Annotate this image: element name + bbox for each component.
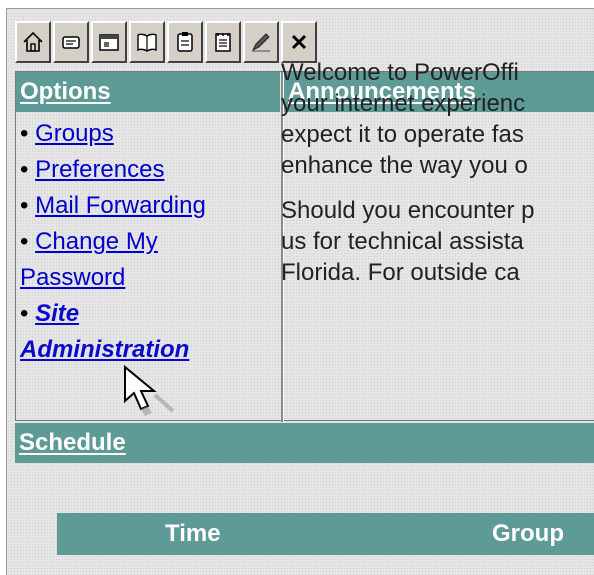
home-button[interactable] [15, 21, 51, 63]
schedule-col-group: Group [492, 520, 564, 547]
option-mail-forwarding: • Mail Forwarding [20, 188, 278, 224]
hand-cursor-icon [124, 365, 175, 416]
pencil-button[interactable] [243, 21, 279, 63]
bullet: • [20, 156, 29, 183]
preferences-link[interactable]: Preferences [35, 156, 164, 183]
message-icon [62, 36, 80, 49]
schedule-table-header: Time Group [57, 513, 594, 555]
pencil-icon [251, 33, 270, 52]
change-password-link[interactable]: Change My Password [20, 228, 158, 291]
options-list: • Groups • Preferences • Mail Forwarding… [20, 116, 278, 368]
schedule-header: Schedule [15, 423, 594, 463]
change-password-line2: Password [20, 264, 126, 291]
toolbar [15, 21, 319, 67]
announcement-line: your internet experienc [281, 90, 526, 117]
book-icon [137, 33, 157, 52]
close-icon [291, 34, 307, 50]
home-icon [23, 31, 43, 52]
options-header: Options [16, 72, 280, 112]
calendar-button[interactable] [91, 21, 127, 63]
clipboard-icon [177, 32, 193, 52]
notepad-button[interactable] [205, 21, 241, 63]
option-site-administration: • Site Administration [20, 296, 278, 368]
option-preferences: • Preferences [20, 152, 278, 188]
announcement-line: enhance the way you o [281, 152, 528, 179]
option-groups: • Groups [20, 116, 278, 152]
change-password-line1: Change My [35, 228, 158, 255]
schedule-col-time: Time [165, 520, 221, 547]
notepad-icon [215, 33, 231, 52]
announcements-text: Welcome to PowerOffi your internet exper… [281, 57, 594, 302]
groups-link[interactable]: Groups [35, 120, 114, 147]
bullet: • [20, 228, 29, 255]
option-change-password: • Change My Password [20, 224, 278, 296]
site-administration-link[interactable]: Site Administration [20, 300, 189, 363]
poweroffice-frame: Options Announcements • Groups • Prefere… [6, 8, 594, 575]
clipboard-button[interactable] [167, 21, 203, 63]
calendar-icon [99, 34, 119, 51]
announcement-line: Welcome to PowerOffi [281, 59, 519, 86]
message-button[interactable] [53, 21, 89, 63]
mail-forwarding-link[interactable]: Mail Forwarding [35, 192, 206, 219]
announcement-line: us for technical assista [281, 228, 524, 255]
bullet: • [20, 120, 29, 147]
bullet: • [20, 192, 29, 219]
announcement-line: expect it to operate fas [281, 121, 524, 148]
announcement-line: Should you encounter p [281, 197, 535, 224]
bullet: • [20, 300, 29, 327]
book-button[interactable] [129, 21, 165, 63]
site-admin-line2: Administration [20, 336, 190, 363]
site-admin-line1: Site [35, 300, 80, 327]
announcement-line: Florida. For outside ca [281, 259, 520, 286]
